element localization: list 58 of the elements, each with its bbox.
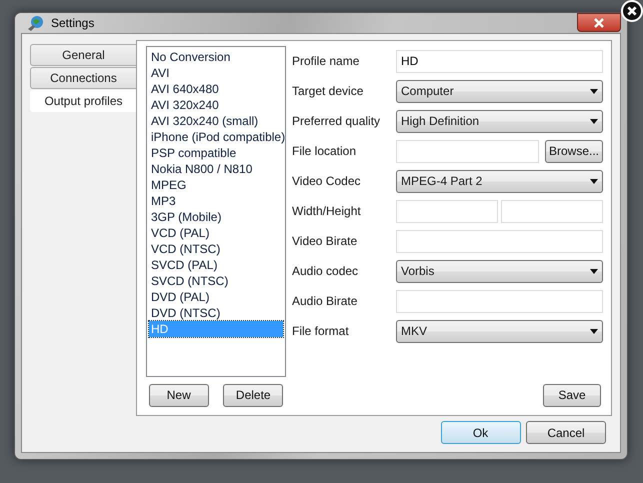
field-label: File location	[292, 143, 358, 160]
profile-list[interactable]	[146, 46, 286, 376]
list-item[interactable]: iPhone (iPod compatible)	[149, 128, 283, 144]
field-label: Preferred quality	[292, 113, 382, 130]
ok-button[interactable]: Ok	[440, 421, 520, 444]
field-label: Video Birate	[292, 233, 358, 250]
close-icon	[593, 18, 605, 28]
list-item[interactable]: AVI 320x240 (small)	[149, 112, 283, 128]
input-field[interactable]	[396, 200, 498, 222]
list-item[interactable]: PSP compatible	[149, 144, 283, 160]
list-item[interactable]: VCD (PAL)	[149, 224, 283, 240]
caret-icon	[590, 118, 598, 124]
globe-icon	[27, 14, 45, 32]
new-button[interactable]: New	[148, 384, 209, 406]
dropdown[interactable]: MPEG-4 Part 2	[396, 170, 603, 192]
window-title: Settings	[51, 14, 94, 32]
dropdown[interactable]: High Definition	[396, 110, 603, 132]
list-item[interactable]: AVI 640x480	[149, 80, 283, 96]
list-item[interactable]: AVI 320x240	[149, 96, 283, 112]
list-item[interactable]: MPEG	[149, 176, 283, 192]
field-label: Audio Birate	[292, 293, 358, 310]
delete-button[interactable]: Delete	[223, 384, 284, 406]
browse-button[interactable]: Browse...	[545, 140, 603, 162]
list-item[interactable]: No Conversion	[149, 48, 283, 64]
field-label: Audio codec	[292, 263, 360, 280]
list-item[interactable]: 3GP (Mobile)	[149, 208, 283, 224]
tab[interactable]: Connections	[30, 66, 136, 88]
caret-icon	[590, 178, 598, 184]
list-item[interactable]: SVCD (PAL)	[149, 256, 283, 272]
caret-icon	[590, 88, 598, 94]
tab[interactable]: General	[30, 44, 136, 66]
caret-icon	[590, 268, 598, 274]
input-field[interactable]: HD	[396, 50, 603, 72]
input-field[interactable]	[396, 230, 603, 252]
tab[interactable]: Output profiles	[30, 90, 136, 112]
close-icon[interactable]	[621, 0, 643, 22]
list-item[interactable]: DVD (NTSC)	[149, 304, 283, 320]
list-item[interactable]: DVD (PAL)	[149, 288, 283, 304]
input-field[interactable]	[501, 200, 603, 222]
dropdown[interactable]: Vorbis	[396, 260, 603, 282]
field-label: Target device	[292, 83, 364, 100]
close-button[interactable]	[577, 13, 621, 32]
list-item[interactable]: SVCD (NTSC)	[149, 272, 283, 288]
dropdown[interactable]: MKV	[396, 320, 603, 342]
cancel-button[interactable]: Cancel	[526, 421, 606, 444]
caret-icon	[590, 328, 598, 334]
field-label: Video Codec	[292, 173, 362, 190]
list-item[interactable]: AVI	[149, 64, 283, 80]
field-label: File format	[292, 323, 350, 340]
save-button[interactable]: Save	[543, 384, 601, 406]
list-item[interactable]: Nokia N800 / N810	[149, 160, 283, 176]
input-field[interactable]	[396, 290, 603, 312]
input-field[interactable]	[396, 140, 539, 162]
list-item[interactable]: MP3	[149, 192, 283, 208]
dropdown[interactable]: Computer	[396, 80, 603, 102]
list-item[interactable]: VCD (NTSC)	[149, 240, 283, 256]
field-label: Width/Height	[292, 203, 362, 220]
field-label: Profile name	[292, 53, 360, 70]
